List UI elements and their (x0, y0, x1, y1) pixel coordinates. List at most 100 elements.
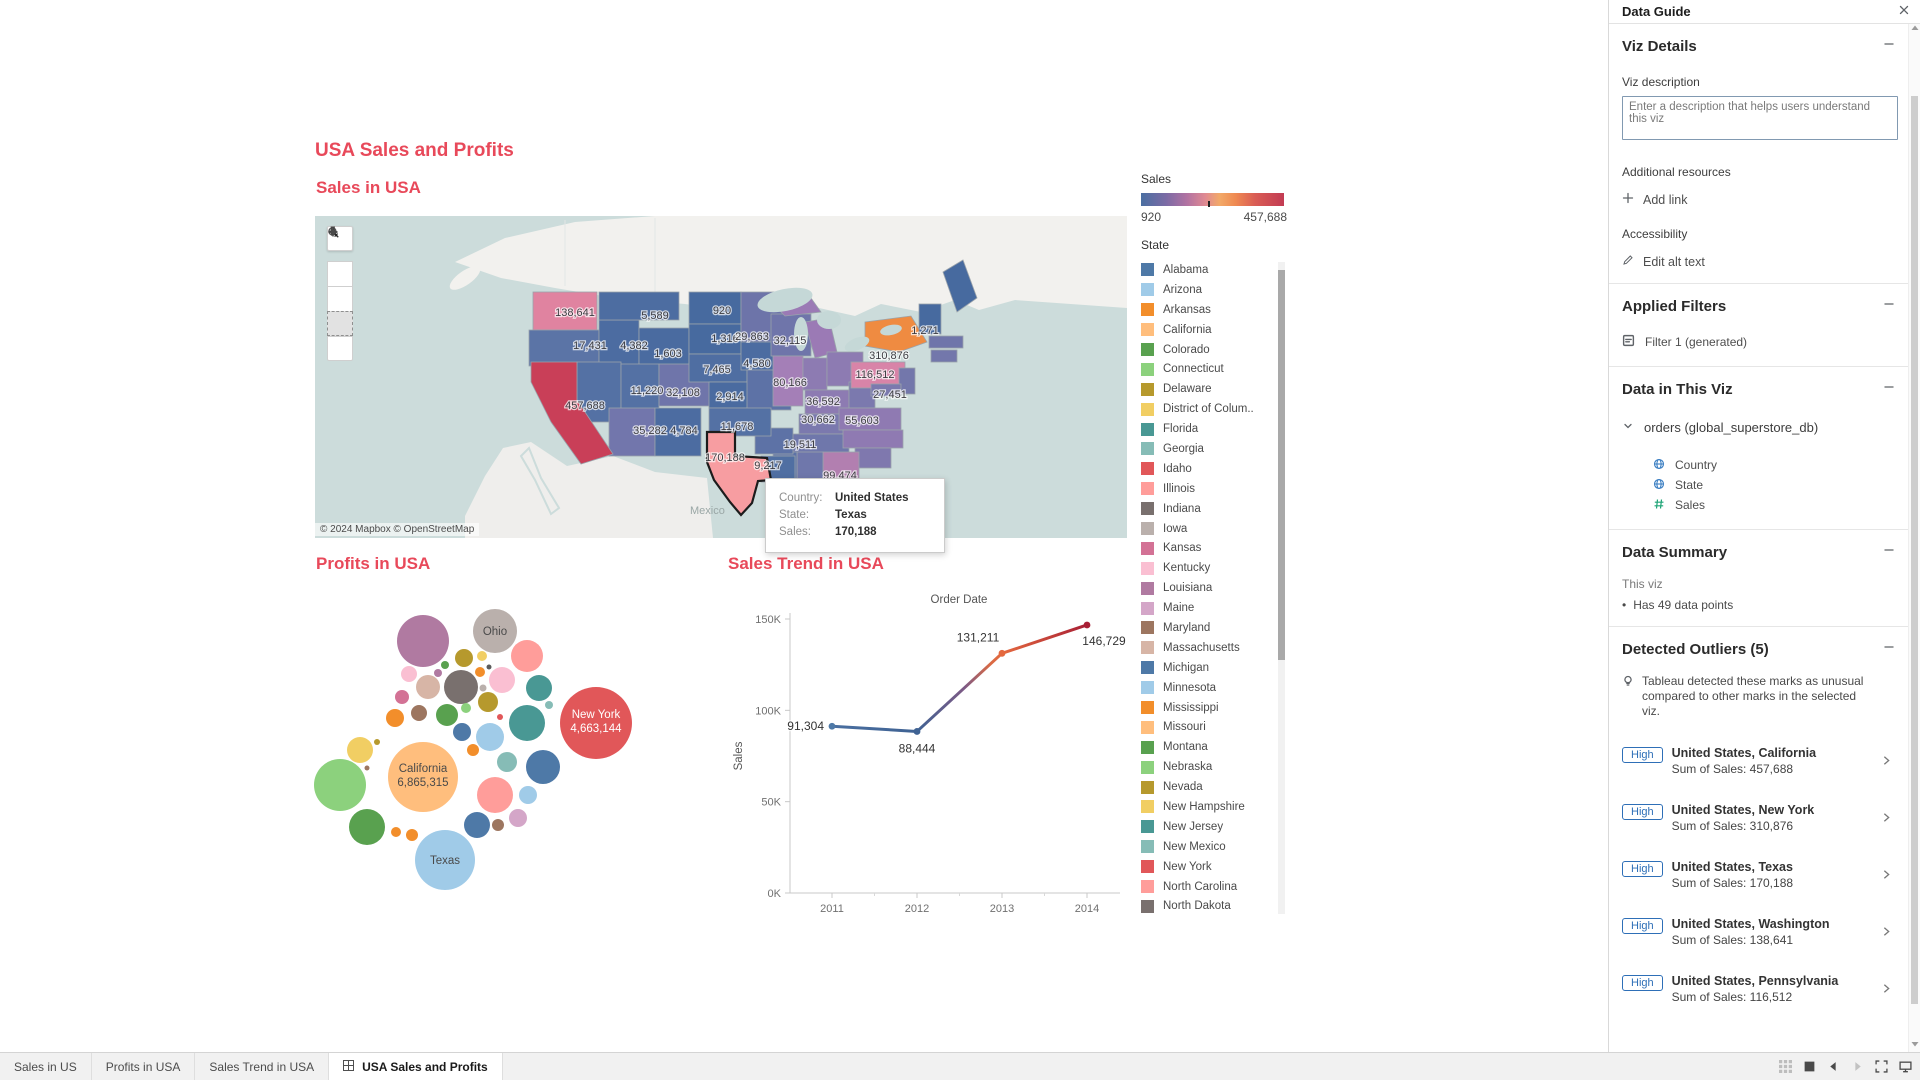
state-legend-item[interactable]: California (1141, 320, 1291, 340)
viz-description-input[interactable] (1622, 96, 1898, 140)
profit-bubble[interactable] (526, 675, 552, 701)
state-legend-item[interactable]: Connecticut (1141, 359, 1291, 379)
state-legend-item[interactable]: New Mexico (1141, 837, 1291, 857)
chevron-right-icon[interactable] (1880, 982, 1893, 1000)
profit-bubble[interactable] (478, 692, 498, 712)
profit-bubble[interactable] (509, 705, 545, 741)
state-legend-item[interactable]: Colorado (1141, 340, 1291, 360)
profit-bubble[interactable] (477, 651, 487, 661)
grid-view-icon[interactable] (1779, 1060, 1792, 1073)
map-attribution[interactable]: © 2024 Mapbox © OpenStreetMap (315, 523, 479, 536)
viz-field-country[interactable]: Country (1653, 455, 1895, 475)
trend-point-2011[interactable] (829, 723, 836, 730)
profit-bubble[interactable] (406, 829, 418, 841)
state-legend-item[interactable]: Arkansas (1141, 300, 1291, 320)
profit-bubble[interactable] (349, 809, 385, 845)
sales-legend-gradient[interactable] (1141, 193, 1284, 206)
profit-bubble[interactable] (475, 667, 485, 677)
scroll-down-icon[interactable] (1910, 1041, 1919, 1051)
state-legend-item[interactable]: North Carolina (1141, 877, 1291, 897)
sheet-tab-usa-sales-and-profits[interactable]: USA Sales and Profits (329, 1053, 503, 1080)
profit-bubble[interactable] (395, 690, 409, 704)
collapse-viz-details-icon[interactable] (1883, 37, 1895, 55)
state-legend-item[interactable]: Massachusetts (1141, 638, 1291, 658)
profit-bubble[interactable] (365, 766, 370, 771)
chevron-right-icon[interactable] (1880, 811, 1893, 829)
state-legend-scrollbar-thumb[interactable] (1278, 270, 1285, 660)
state-legend-item[interactable]: New Jersey (1141, 817, 1291, 837)
profit-bubble[interactable] (464, 812, 490, 838)
state-legend-item[interactable]: Michigan (1141, 658, 1291, 678)
state-legend-item[interactable]: Missouri (1141, 717, 1291, 737)
state-legend-item[interactable]: Mississippi (1141, 698, 1291, 718)
state-legend-item[interactable]: Georgia (1141, 439, 1291, 459)
collapse-data-summary-icon[interactable] (1883, 543, 1895, 561)
profit-bubble[interactable] (401, 666, 417, 682)
trend-point-2012[interactable] (914, 728, 921, 735)
profit-bubble[interactable] (477, 777, 513, 813)
collapse-outliers-icon[interactable] (1883, 640, 1895, 658)
outlier-item[interactable]: High United States, California Sum of Sa… (1622, 746, 1895, 776)
state-legend-item[interactable]: Kentucky (1141, 558, 1291, 578)
chevron-right-icon[interactable] (1880, 925, 1893, 943)
sheet-tab-sales-in-us[interactable]: Sales in US (0, 1053, 92, 1080)
profit-bubble[interactable] (519, 786, 537, 804)
state-legend-scrollbar[interactable] (1278, 262, 1285, 914)
profit-bubble[interactable] (397, 615, 449, 667)
profit-bubble[interactable] (416, 675, 440, 699)
trend-point-2013[interactable] (999, 650, 1006, 657)
state-legend-item[interactable]: Montana (1141, 737, 1291, 757)
state-mark-MA[interactable] (929, 336, 963, 348)
profit-bubble[interactable] (511, 640, 543, 672)
sales-map[interactable]: 138,64117,4314,3825,5891,60311,22032,108… (315, 216, 1127, 538)
profit-bubble[interactable] (436, 704, 458, 726)
outlier-item[interactable]: High United States, Texas Sum of Sales: … (1622, 860, 1895, 890)
state-mark-NC[interactable] (843, 430, 903, 448)
state-legend-item[interactable]: Arizona (1141, 280, 1291, 300)
profit-bubble[interactable] (476, 723, 504, 751)
map-svg[interactable]: 138,64117,4314,3825,5891,60311,22032,108… (315, 216, 1127, 538)
state-legend-item[interactable]: New York (1141, 857, 1291, 877)
profit-bubble[interactable] (374, 739, 380, 745)
collapse-data-in-viz-icon[interactable] (1883, 380, 1895, 398)
state-legend-item[interactable]: Iowa (1141, 519, 1291, 539)
profit-bubble[interactable] (461, 703, 471, 713)
chevron-right-icon[interactable] (1880, 868, 1893, 886)
profit-bubble[interactable] (509, 809, 527, 827)
profit-bubble[interactable] (497, 752, 517, 772)
state-legend-item[interactable]: Maine (1141, 598, 1291, 618)
presentation-icon[interactable] (1899, 1060, 1912, 1073)
trend-point-2014[interactable] (1084, 622, 1091, 629)
profit-bubble[interactable] (441, 661, 449, 669)
pin-clear-icon[interactable] (327, 311, 353, 336)
profit-bubble[interactable] (497, 714, 503, 720)
applied-filter-item[interactable]: Filter 1 (generated) (1622, 332, 1895, 352)
profit-bubble[interactable] (455, 649, 473, 667)
close-icon[interactable] (1898, 3, 1910, 21)
state-legend-item[interactable]: Idaho (1141, 459, 1291, 479)
state-legend-item[interactable]: Illinois (1141, 479, 1291, 499)
profit-bubble[interactable] (526, 750, 560, 784)
profit-bubble[interactable] (453, 723, 471, 741)
zoom-out-icon[interactable] (327, 286, 353, 311)
state-legend-item[interactable]: Alabama (1141, 260, 1291, 280)
chevron-right-icon[interactable] (1880, 754, 1893, 772)
play-icon[interactable] (327, 336, 353, 361)
fullscreen-icon[interactable] (1875, 1060, 1888, 1073)
zoom-in-icon[interactable] (327, 261, 353, 286)
state-legend-item[interactable]: Kansas (1141, 538, 1291, 558)
scroll-up-icon[interactable] (1910, 25, 1919, 35)
data-guide-scrollbar[interactable] (1908, 24, 1920, 1052)
profit-bubble[interactable] (386, 709, 404, 727)
profit-bubble[interactable] (391, 827, 401, 837)
outlier-item[interactable]: High United States, Washington Sum of Sa… (1622, 917, 1895, 947)
profit-bubble[interactable] (487, 665, 492, 670)
state-legend-item[interactable]: Delaware (1141, 379, 1291, 399)
profit-bubble[interactable] (492, 819, 504, 831)
state-mark-CT[interactable] (931, 350, 957, 362)
state-legend-item[interactable]: Indiana (1141, 499, 1291, 519)
profit-bubble[interactable] (444, 670, 478, 704)
state-legend-item[interactable]: New Hampshire (1141, 797, 1291, 817)
state-legend-item[interactable]: Maryland (1141, 618, 1291, 638)
state-legend-item[interactable]: Nevada (1141, 777, 1291, 797)
